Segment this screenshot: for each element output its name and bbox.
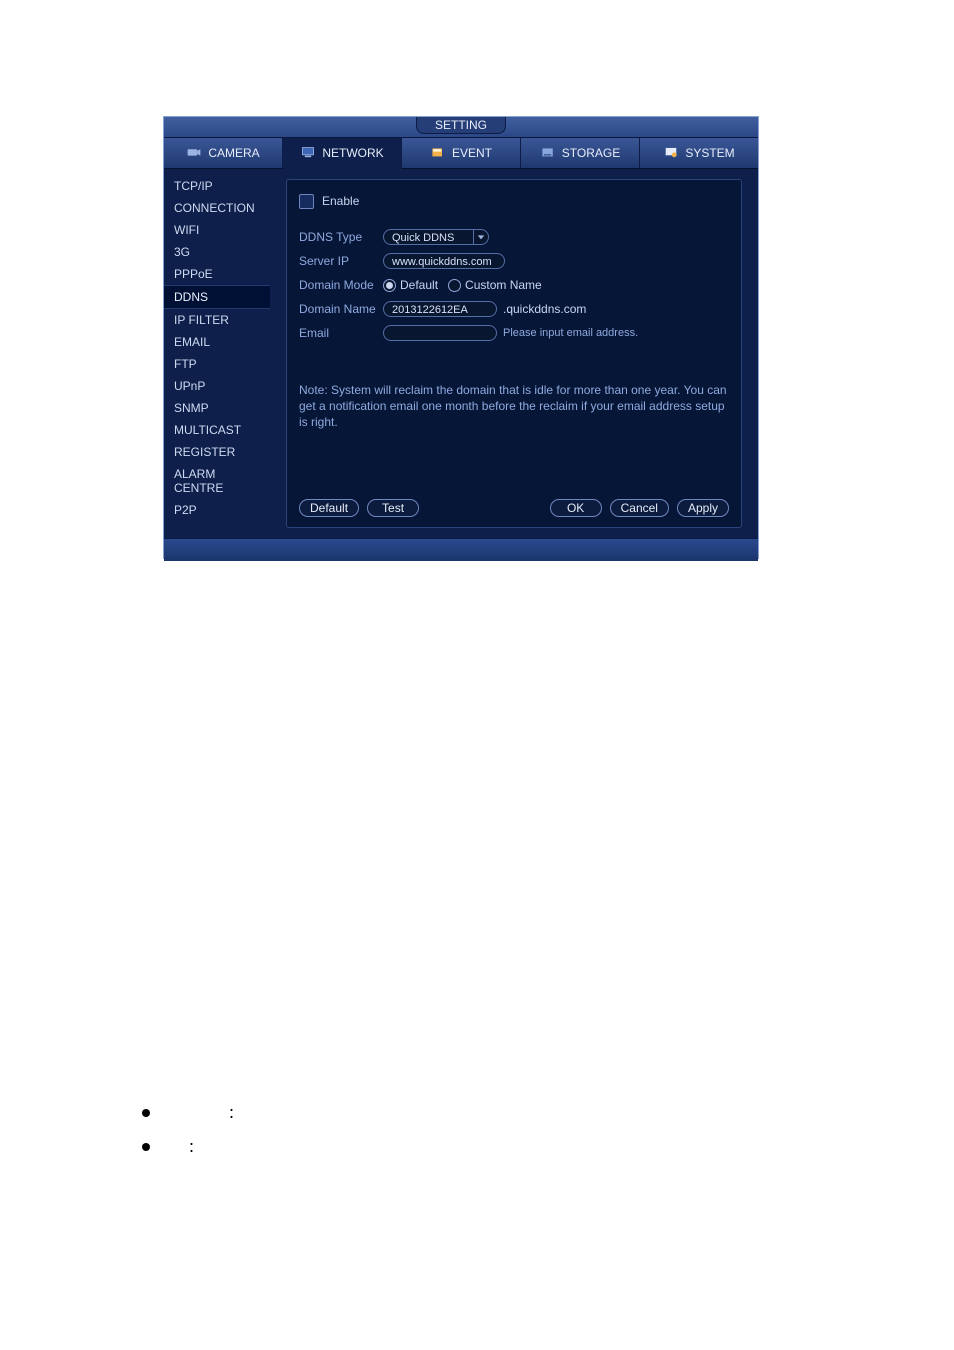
default-button[interactable]: Default — [299, 499, 359, 517]
ok-button[interactable]: OK — [550, 499, 602, 517]
ddns-panel: Enable DDNS Type Quick DDNS — [286, 179, 742, 528]
event-icon — [430, 146, 446, 160]
sidebar-item-email[interactable]: EMAIL — [164, 331, 270, 353]
dialog-body: TCP/IP CONNECTION WIFI 3G PPPoE DDNS IP … — [164, 169, 758, 538]
ddns-type-select[interactable]: Quick DDNS — [383, 229, 489, 245]
domain-name-input[interactable]: 2013122612EA — [383, 301, 497, 317]
cancel-button[interactable]: Cancel — [610, 499, 669, 517]
domain-mode-custom-radio[interactable] — [448, 279, 461, 292]
tab-system-label: SYSTEM — [685, 146, 734, 160]
sidebar-item-wifi[interactable]: WIFI — [164, 219, 270, 241]
domain-mode-default-label: Default — [400, 278, 438, 292]
sidebar-item-ftp[interactable]: FTP — [164, 353, 270, 375]
tab-event-label: EVENT — [452, 146, 492, 160]
bullet-dot-icon — [142, 1109, 150, 1117]
domain-name-suffix: .quickddns.com — [503, 302, 586, 316]
content: Enable DDNS Type Quick DDNS — [270, 169, 758, 538]
sidebar: TCP/IP CONNECTION WIFI 3G PPPoE DDNS IP … — [164, 169, 270, 538]
tab-row: CAMERA NETWORK EVENT STORAGE — [164, 138, 758, 169]
sidebar-item-ddns[interactable]: DDNS — [164, 285, 270, 309]
chevron-down-icon — [473, 230, 488, 244]
domain-name-label: Domain Name — [299, 302, 383, 316]
sidebar-item-snmp[interactable]: SNMP — [164, 397, 270, 419]
sidebar-item-tcpip[interactable]: TCP/IP — [164, 175, 270, 197]
tab-network-label: NETWORK — [322, 146, 383, 160]
sidebar-item-ipfilter[interactable]: IP FILTER — [164, 309, 270, 331]
sidebar-item-p2p[interactable]: P2P — [164, 499, 270, 521]
server-ip-input[interactable]: www.quickddns.com — [383, 253, 505, 269]
enable-label: Enable — [322, 194, 359, 208]
system-icon — [663, 146, 679, 160]
storage-icon — [540, 146, 556, 160]
window-title: SETTING — [416, 117, 506, 134]
apply-button[interactable]: Apply — [677, 499, 729, 517]
email-label: Email — [299, 326, 383, 340]
tab-event[interactable]: EVENT — [402, 138, 521, 168]
sidebar-item-connection[interactable]: CONNECTION — [164, 197, 270, 219]
sidebar-item-pppoe[interactable]: PPPoE — [164, 263, 270, 285]
sidebar-item-3g[interactable]: 3G — [164, 241, 270, 263]
ddns-note: Note: System will reclaim the domain tha… — [299, 382, 729, 430]
tab-storage[interactable]: STORAGE — [521, 138, 640, 168]
bullet-item: ： — [142, 1130, 842, 1164]
tab-network[interactable]: NETWORK — [283, 138, 402, 169]
bullet-item: ： — [142, 1096, 842, 1130]
tab-camera-label: CAMERA — [208, 146, 259, 160]
bullet-dot-icon — [142, 1143, 150, 1151]
titlebar: SETTING — [164, 117, 758, 138]
email-input[interactable] — [383, 325, 497, 341]
enable-checkbox[interactable] — [299, 194, 314, 209]
network-icon — [300, 146, 316, 160]
sidebar-item-multicast[interactable]: MULTICAST — [164, 419, 270, 441]
sidebar-item-alarmcentre[interactable]: ALARM CENTRE — [164, 463, 270, 499]
tab-camera[interactable]: CAMERA — [164, 138, 283, 168]
domain-mode-label: Domain Mode — [299, 278, 383, 292]
domain-mode-custom-label: Custom Name — [465, 278, 542, 292]
footer-row: Default Test OK Cancel Apply — [299, 499, 729, 517]
tab-storage-label: STORAGE — [562, 146, 620, 160]
server-ip-label: Server IP — [299, 254, 383, 268]
bullet-text: ： — [188, 1137, 202, 1157]
ddns-type-label: DDNS Type — [299, 230, 383, 244]
sidebar-item-upnp[interactable]: UPnP — [164, 375, 270, 397]
tab-system[interactable]: SYSTEM — [640, 138, 758, 168]
settings-dialog: SETTING CAMERA NETWORK EVENT — [163, 116, 759, 559]
sidebar-item-register[interactable]: REGISTER — [164, 441, 270, 463]
test-button[interactable]: Test — [367, 499, 419, 517]
bullet-text: ： — [228, 1103, 242, 1123]
bottom-bar — [164, 538, 758, 561]
camera-icon — [186, 146, 202, 160]
domain-mode-default-radio[interactable] — [383, 279, 396, 292]
bullet-list: ： ： — [142, 1096, 842, 1164]
email-hint: Please input email address. — [503, 327, 638, 339]
